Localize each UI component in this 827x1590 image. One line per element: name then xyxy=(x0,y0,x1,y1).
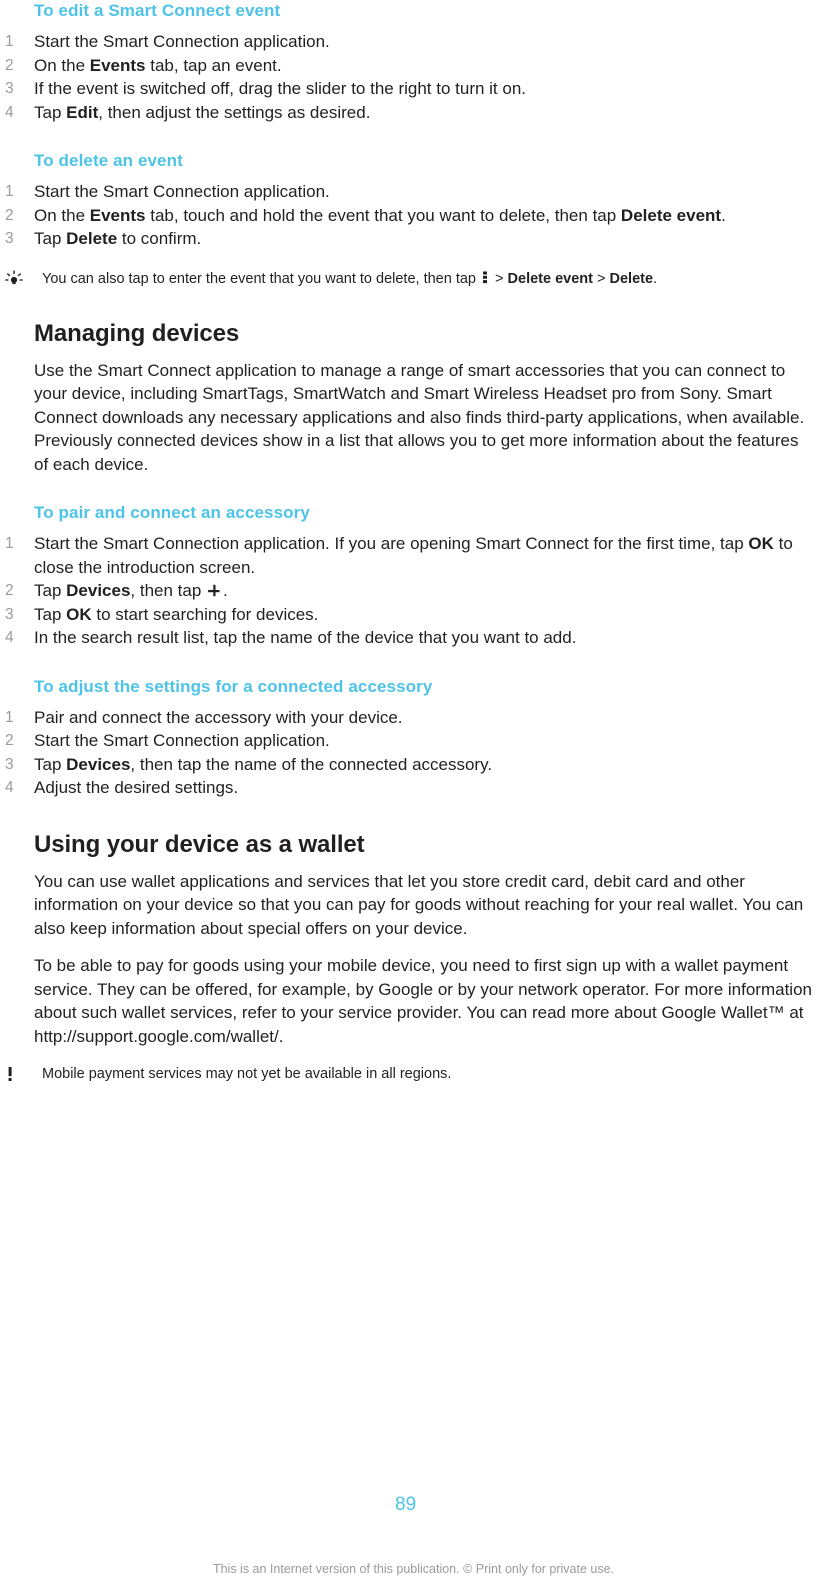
step-number: 3 xyxy=(5,230,14,247)
step-text: Start the Smart Connection application. xyxy=(34,731,330,750)
list-item: 2 Start the Smart Connection application… xyxy=(0,729,827,753)
step-number: 4 xyxy=(5,779,14,796)
step-text: If the event is switched off, drag the s… xyxy=(34,79,527,98)
step-number: 2 xyxy=(5,732,14,749)
lightbulb-icon xyxy=(4,269,30,289)
steps-edit-smart-connect-event: 1 Start the Smart Connection application… xyxy=(0,30,827,124)
document-page: To edit a Smart Connect event 1 Start th… xyxy=(0,0,827,1590)
step-text: Start the Smart Connection application. xyxy=(34,32,330,51)
step-number: 2 xyxy=(5,582,14,599)
step-number: 2 xyxy=(5,206,14,224)
step-text: On the Events tab, touch and hold the ev… xyxy=(34,205,726,225)
step-number: 3 xyxy=(5,80,14,97)
tip-callout: You can also tap to enter the event that… xyxy=(0,269,827,289)
step-number: 1 xyxy=(5,708,14,726)
list-item: 3 If the event is switched off, drag the… xyxy=(0,77,827,101)
steps-adjust-settings-connected-accessory: 1 Pair and connect the accessory with yo… xyxy=(0,706,827,800)
paragraph-wallet-payment-service: To be able to pay for goods using your m… xyxy=(34,956,812,1046)
step-number: 1 xyxy=(5,33,14,50)
step-number: 1 xyxy=(5,535,14,552)
step-number: 1 xyxy=(5,183,14,200)
list-item: 4 In the search result list, tap the nam… xyxy=(0,626,827,650)
step-number: 4 xyxy=(5,629,14,646)
steps-delete-an-event: 1 Start the Smart Connection application… xyxy=(0,180,827,251)
paragraph-wallet-intro: You can use wallet applications and serv… xyxy=(34,871,804,938)
heading-pair-and-connect-accessory: To pair and connect an accessory xyxy=(34,503,310,522)
list-item: 3 Tap Delete to confirm. xyxy=(0,227,827,251)
step-number: 4 xyxy=(5,103,14,121)
note-callout: Mobile payment services may not yet be a… xyxy=(0,1064,827,1084)
list-item: 1 Start the Smart Connection application… xyxy=(0,30,827,54)
page-number: 89 xyxy=(395,1494,417,1515)
list-item: 2 Tap Devices, then tap . xyxy=(0,579,827,603)
paragraph-managing-devices: Use the Smart Connect application to man… xyxy=(34,360,805,474)
step-text: Adjust the desired settings. xyxy=(34,778,239,797)
list-item: 2 On the Events tab, tap an event. xyxy=(0,54,827,78)
list-item: 2 On the Events tab, touch and hold the … xyxy=(0,204,827,228)
list-item: 3 Tap Devices, then tap the name of the … xyxy=(0,753,827,777)
list-item: 1 Pair and connect the accessory with yo… xyxy=(0,706,827,730)
list-item: 4 Adjust the desired settings. xyxy=(0,776,827,800)
kebab-menu-icon xyxy=(482,270,488,283)
step-text: Tap Delete to confirm. xyxy=(34,229,202,248)
list-item: 3 Tap OK to start searching for devices. xyxy=(0,603,827,627)
heading-delete-an-event: To delete an event xyxy=(34,151,183,170)
step-number: 3 xyxy=(5,755,14,773)
page-content: To edit a Smart Connect event 1 Start th… xyxy=(0,0,827,1084)
step-text: Tap Devices, then tap . xyxy=(34,581,228,600)
list-item: 1 Start the Smart Connection application… xyxy=(0,180,827,204)
steps-pair-and-connect-accessory: 1 Start the Smart Connection application… xyxy=(0,532,827,650)
exclamation-icon xyxy=(4,1064,30,1084)
step-text: On the Events tab, tap an event. xyxy=(34,55,282,75)
step-text: Tap OK to start searching for devices. xyxy=(34,604,319,624)
step-text: Tap Edit, then adjust the settings as de… xyxy=(34,102,371,122)
list-item: 1 Start the Smart Connection application… xyxy=(0,532,827,579)
step-number: 2 xyxy=(5,56,14,74)
step-text: In the search result list, tap the name … xyxy=(34,628,577,647)
plus-icon xyxy=(207,581,222,597)
heading-managing-devices: Managing devices xyxy=(34,319,240,347)
heading-using-device-as-wallet: Using your device as a wallet xyxy=(34,830,365,858)
step-text: Pair and connect the accessory with your… xyxy=(34,707,403,727)
note-text: Mobile payment services may not yet be a… xyxy=(42,1066,452,1082)
step-number: 3 xyxy=(5,605,14,623)
list-item: 4 Tap Edit, then adjust the settings as … xyxy=(0,101,827,125)
step-text: Tap Devices, then tap the name of the co… xyxy=(34,754,493,774)
footer-copyright-note: This is an Internet version of this publ… xyxy=(212,1562,615,1576)
step-text: Start the Smart Connection application. xyxy=(34,182,330,201)
heading-edit-smart-connect-event: To edit a Smart Connect event xyxy=(34,1,281,20)
step-text: Start the Smart Connection application. … xyxy=(34,534,793,577)
tip-text: You can also tap to enter the event that… xyxy=(42,270,658,287)
heading-adjust-settings-connected-accessory: To adjust the settings for a connected a… xyxy=(34,676,433,696)
